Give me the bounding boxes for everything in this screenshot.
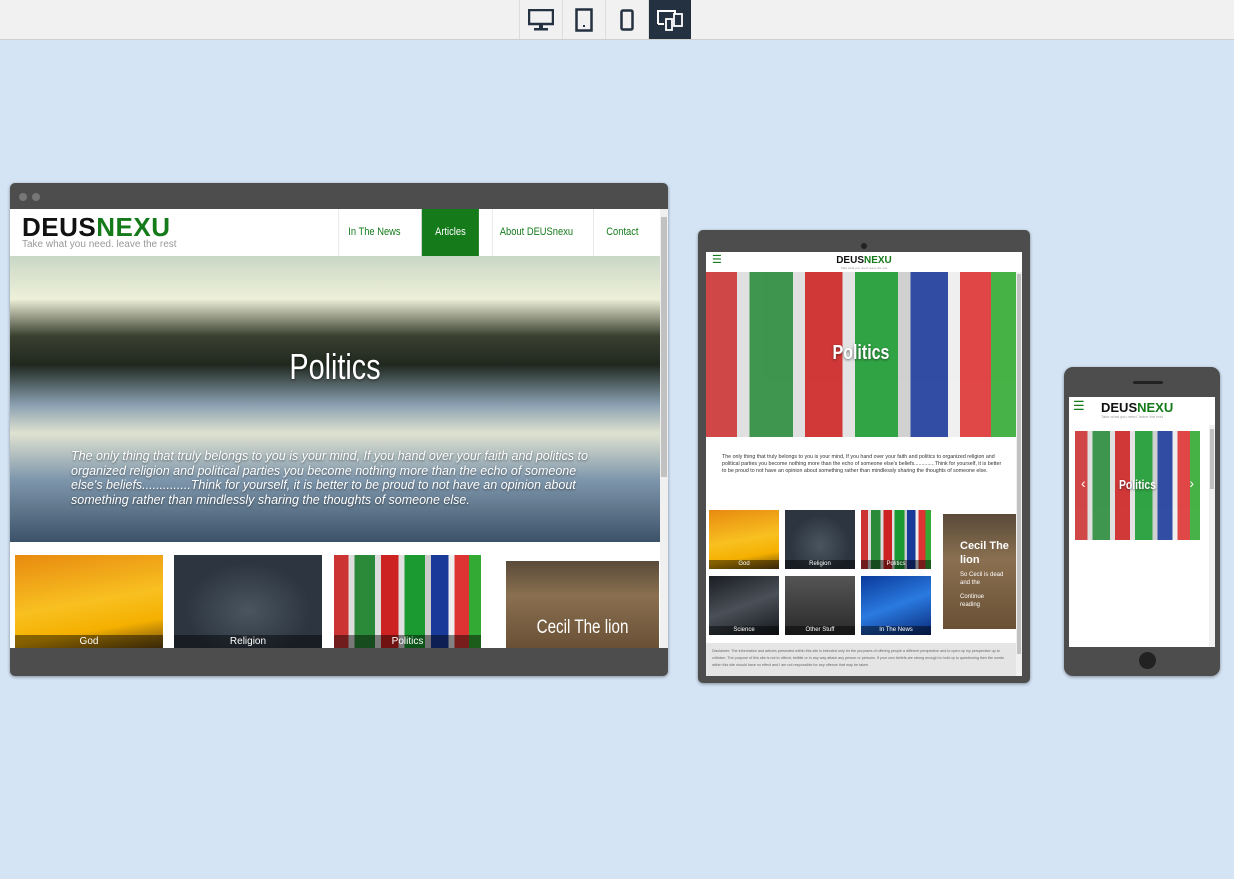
- hamburger-menu-icon[interactable]: ☰: [1073, 398, 1085, 414]
- responsive-view-button[interactable]: [648, 0, 691, 39]
- hero-banner: Politics: [706, 272, 1016, 437]
- tile-caption: Other Stuff: [785, 626, 855, 635]
- camera-dot: [861, 243, 867, 249]
- hero-title: Politics: [1119, 477, 1156, 492]
- logo-text-green: NEXU: [1137, 400, 1174, 415]
- carousel-next-icon[interactable]: ›: [1189, 475, 1194, 491]
- device-toolbar: [0, 0, 1234, 40]
- feature-title: Cecil The lion: [960, 540, 1009, 566]
- logo-text-dark: DEUS: [1101, 400, 1138, 415]
- disclaimer: Disclaimer: The information and articles…: [706, 643, 1016, 676]
- desktop-view-button[interactable]: [519, 0, 562, 39]
- tablet-preview-frame: ☰ DEUSNEXU Take what you need. leave the…: [698, 230, 1030, 683]
- nav-contact[interactable]: Contact: [593, 209, 651, 256]
- scrollbar[interactable]: [660, 209, 668, 648]
- hero-quote: The only thing that truly belongs to you…: [722, 454, 1002, 474]
- feature-excerpt: So Cecil is dead and the: [960, 572, 1004, 586]
- tablet-screen: ☰ DEUSNEXU Take what you need. leave the…: [706, 252, 1022, 676]
- tile-caption: God: [15, 635, 163, 648]
- hero-banner: Politics The only thing that truly belon…: [10, 256, 660, 542]
- site-logo[interactable]: DEUSNEXU: [706, 255, 1022, 266]
- site-tagline: Take what you need. leave the rest: [1101, 414, 1163, 419]
- hero-title: Politics: [289, 346, 381, 387]
- tile-science[interactable]: Science: [709, 576, 779, 635]
- site-tagline: Take what you need. leave the rest: [22, 239, 177, 250]
- tile-caption: Religion: [174, 635, 322, 648]
- responsive-icon: [657, 9, 683, 31]
- tile-politics[interactable]: Politics: [861, 510, 931, 569]
- tablet-view-button[interactable]: [562, 0, 605, 39]
- window-dot: [19, 193, 27, 201]
- tile-caption: Religion: [785, 560, 855, 569]
- hero-carousel: Politics ‹ ›: [1075, 431, 1200, 540]
- tile-in-the-news[interactable]: In The News: [861, 576, 931, 635]
- hero-quote: The only thing that truly belongs to you…: [71, 449, 588, 507]
- carousel-prev-icon[interactable]: ‹: [1081, 475, 1086, 491]
- desktop-preview-frame: DEUSNEXU Take what you need. leave the r…: [10, 183, 668, 676]
- tile-god[interactable]: God: [709, 510, 779, 569]
- window-dot: [32, 193, 40, 201]
- phone-preview-frame: ☰ DEUSNEXU Take what you need. leave the…: [1064, 367, 1220, 676]
- tile-caption: God: [709, 560, 779, 569]
- home-button[interactable]: [1139, 652, 1156, 669]
- tablet-icon: [575, 7, 593, 32]
- tile-religion[interactable]: Religion: [785, 510, 855, 569]
- site-tagline: Take what you need. leave the rest: [840, 266, 888, 270]
- tile-caption: Politics: [334, 635, 481, 648]
- tile-other-stuff[interactable]: Other Stuff: [785, 576, 855, 635]
- tile-caption: Science: [709, 626, 779, 635]
- feature-cecil-the-lion[interactable]: Cecil The lion So Cecil is dead and the …: [943, 514, 1016, 629]
- tile-politics[interactable]: Politics: [334, 555, 481, 648]
- desktop-icon: [528, 8, 554, 30]
- nav-in-the-news[interactable]: In The News: [338, 209, 409, 256]
- phone-icon: [620, 8, 634, 31]
- tile-caption: In The News: [861, 626, 931, 635]
- phone-screen: ☰ DEUSNEXU Take what you need. leave the…: [1069, 397, 1215, 647]
- logo-text-green: NEXU: [96, 212, 171, 242]
- tile-caption: Politics: [861, 560, 931, 569]
- nav-about[interactable]: About DEUSnexu: [491, 209, 580, 256]
- feature-title: Cecil The lion: [536, 617, 629, 638]
- logo-text-green: NEXU: [864, 255, 892, 266]
- feature-cecil-the-lion[interactable]: Cecil The lion: [506, 561, 659, 648]
- scrollbar[interactable]: [1016, 272, 1022, 676]
- logo-text-dark: DEUS: [836, 255, 864, 266]
- nav-articles[interactable]: Articles: [421, 209, 479, 256]
- desktop-screen: DEUSNEXU Take what you need. leave the r…: [10, 209, 668, 648]
- hero-title: Politics: [832, 342, 890, 364]
- tile-god[interactable]: God: [15, 555, 163, 648]
- tile-religion[interactable]: Religion: [174, 555, 322, 648]
- phone-view-button[interactable]: [605, 0, 648, 39]
- phone-speaker: [1133, 381, 1163, 384]
- site-logo[interactable]: DEUSNEXU: [1101, 400, 1173, 415]
- scrollbar[interactable]: [1209, 425, 1215, 647]
- logo-text-dark: DEUS: [22, 212, 97, 242]
- continue-reading-link[interactable]: Continue reading: [960, 593, 1005, 609]
